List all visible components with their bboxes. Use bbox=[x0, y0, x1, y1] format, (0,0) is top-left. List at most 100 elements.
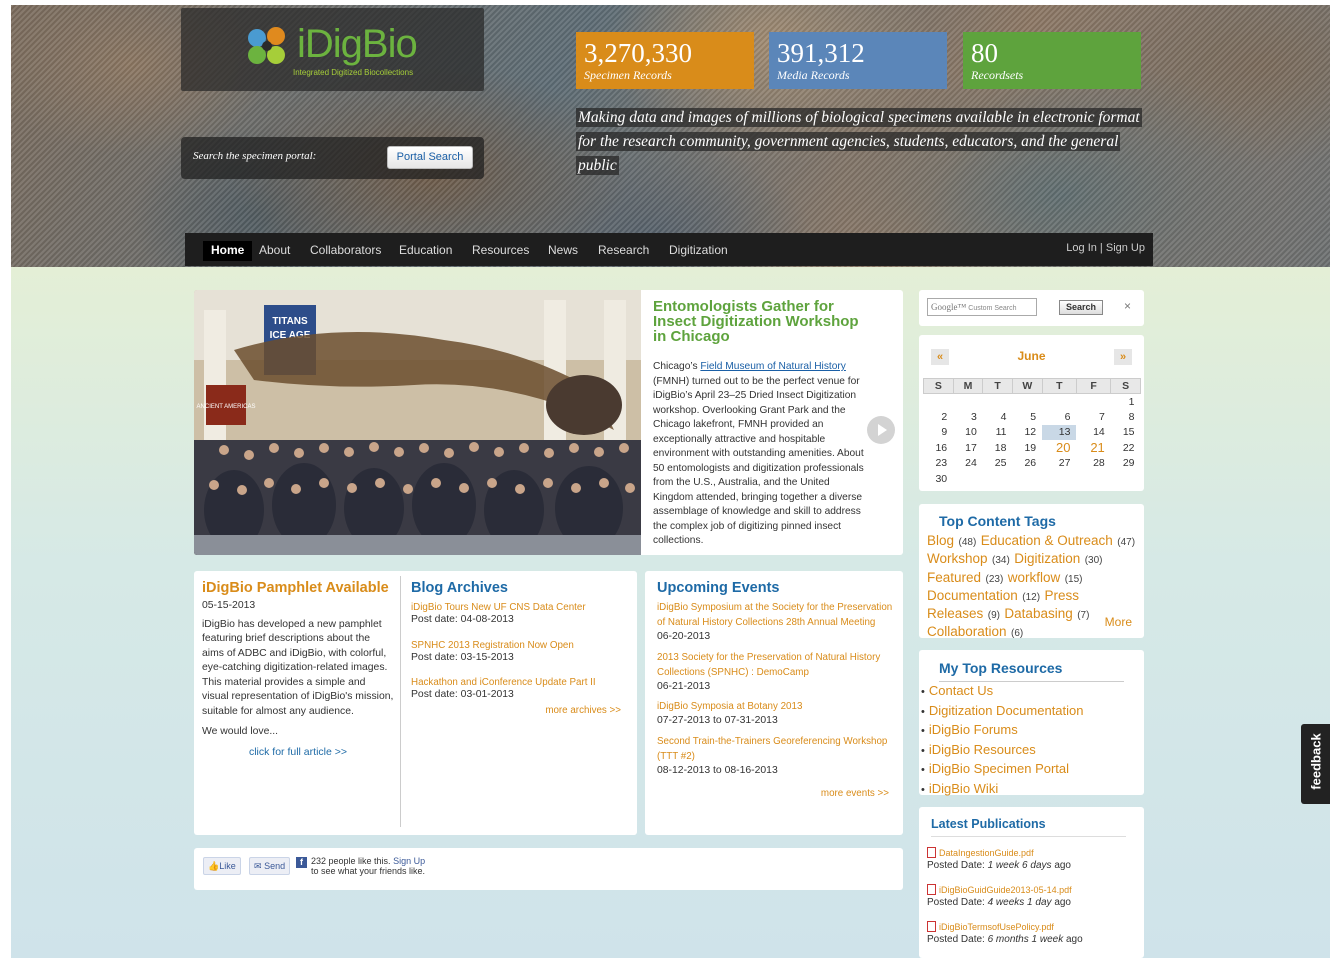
calendar-day[interactable]: 6 bbox=[1042, 409, 1076, 425]
tag-link[interactable]: Blog bbox=[927, 533, 954, 548]
calendar-day[interactable]: 19 bbox=[1012, 440, 1042, 456]
calendar-day-header: S bbox=[923, 378, 954, 394]
calendar-day[interactable]: 20 bbox=[1042, 440, 1076, 456]
tag-link[interactable]: workflow bbox=[1008, 570, 1061, 585]
calendar-day[interactable]: 15 bbox=[1111, 425, 1141, 441]
posted-age: 1 week 6 days bbox=[987, 860, 1052, 871]
calendar-day bbox=[953, 471, 983, 487]
calendar-day[interactable]: 4 bbox=[983, 409, 1013, 425]
nav-news[interactable]: News bbox=[540, 241, 586, 261]
resource-link[interactable]: Contact Us bbox=[921, 682, 1084, 702]
tags-more-link[interactable]: More bbox=[1105, 615, 1132, 629]
tag-link[interactable]: Databasing bbox=[1004, 606, 1072, 621]
send-icon: ✉ bbox=[254, 861, 262, 871]
google-placeholder: Custom Search bbox=[968, 305, 1017, 312]
nav-education[interactable]: Education bbox=[391, 241, 460, 261]
calendar-day[interactable]: 25 bbox=[983, 456, 1013, 472]
tag-link[interactable]: Workshop bbox=[927, 551, 988, 566]
nav-resources[interactable]: Resources bbox=[464, 241, 537, 261]
like-button[interactable]: 👍Like bbox=[203, 857, 241, 875]
calendar-day[interactable]: 26 bbox=[1012, 456, 1042, 472]
publications-divider bbox=[931, 836, 1126, 837]
stat-value: 391,312 bbox=[777, 38, 865, 68]
calendar-day[interactable]: 5 bbox=[1012, 409, 1042, 425]
calendar-day[interactable]: 14 bbox=[1076, 425, 1110, 441]
publication-link[interactable]: iDigBioGuidGuide2013-05-14.pdf bbox=[927, 884, 1137, 897]
feedback-tab[interactable]: feedback bbox=[1301, 724, 1330, 804]
archive-item: Hackathon and iConference Update Part II… bbox=[411, 677, 621, 703]
resource-link[interactable]: iDigBio Forums bbox=[921, 721, 1084, 741]
nav-research[interactable]: Research bbox=[590, 241, 657, 261]
calendar-day[interactable]: 29 bbox=[1111, 456, 1141, 472]
archive-link[interactable]: iDigBio Tours New UF CNS Data Center bbox=[411, 602, 621, 613]
calendar-day[interactable]: 10 bbox=[953, 425, 983, 441]
calendar-day[interactable]: 23 bbox=[924, 456, 954, 472]
more-archives-link[interactable]: more archives >> bbox=[411, 705, 621, 716]
signup-link[interactable]: Sign Up bbox=[1106, 242, 1145, 254]
nav-collaborators[interactable]: Collaborators bbox=[302, 241, 389, 261]
calendar-day[interactable]: 11 bbox=[983, 425, 1013, 441]
nav-home[interactable]: Home bbox=[203, 241, 253, 261]
calendar-day[interactable]: 21 bbox=[1076, 440, 1110, 456]
tag-link[interactable]: Documentation bbox=[927, 588, 1018, 603]
publication-link[interactable]: DataIngestionGuide.pdf bbox=[927, 847, 1137, 860]
nav-about[interactable]: About bbox=[251, 241, 298, 261]
calendar-day[interactable]: 2 bbox=[924, 409, 954, 425]
resource-link[interactable]: Digitization Documentation bbox=[921, 702, 1084, 722]
resource-link[interactable]: iDigBio Resources bbox=[921, 741, 1084, 761]
calendar-day[interactable]: 7 bbox=[1076, 409, 1110, 425]
publication-link[interactable]: iDigBioTermsofUsePolicy.pdf bbox=[927, 921, 1137, 934]
portal-search-button[interactable]: Portal Search bbox=[387, 146, 473, 169]
clear-icon[interactable]: × bbox=[1124, 299, 1131, 313]
calendar-next-icon[interactable]: » bbox=[1114, 349, 1132, 365]
facebook-like-bar: 👍Like ✉ Send f 232 people like this. Sig… bbox=[194, 848, 903, 890]
calendar-day[interactable]: 24 bbox=[953, 456, 983, 472]
slide-next-icon[interactable] bbox=[867, 416, 895, 444]
event-link[interactable]: 2013 Society for the Preservation of Nat… bbox=[657, 650, 895, 680]
nav-digitization[interactable]: Digitization bbox=[661, 241, 736, 261]
slide-title[interactable]: Entomologists Gather for Insect Digitiza… bbox=[653, 299, 868, 344]
calendar-day[interactable]: 18 bbox=[983, 440, 1013, 456]
google-search-input[interactable]: Google™ Custom Search bbox=[927, 298, 1037, 316]
stat-media-records: 391,312 Media Records bbox=[769, 32, 947, 89]
calendar-day[interactable]: 1 bbox=[1111, 394, 1141, 410]
logo-box[interactable]: iDigBio Integrated Digitized Biocollecti… bbox=[181, 8, 484, 91]
calendar-day[interactable]: 3 bbox=[953, 409, 983, 425]
slide-photo[interactable]: TITANS ICE AGE ANCIENT AMERICAS bbox=[194, 290, 641, 555]
calendar-card: « June » S M T W T F S 1 2 3 4 5 6 7 8 9 10 11 12 13 14 15 16 1… bbox=[919, 335, 1144, 491]
resource-link[interactable]: iDigBio Specimen Portal bbox=[921, 760, 1084, 780]
send-button[interactable]: ✉ Send bbox=[249, 857, 291, 875]
pamphlet-title[interactable]: iDigBio Pamphlet Available bbox=[202, 580, 394, 596]
tag-link[interactable]: Featured bbox=[927, 570, 981, 585]
field-museum-link[interactable]: Field Museum of Natural History bbox=[700, 361, 846, 372]
calendar-day[interactable]: 12 bbox=[1012, 425, 1042, 441]
calendar-day[interactable]: 16 bbox=[924, 440, 954, 456]
calendar-day[interactable]: 28 bbox=[1076, 456, 1110, 472]
calendar-day[interactable]: 17 bbox=[953, 440, 983, 456]
login-links: Log In | Sign Up bbox=[1066, 242, 1145, 254]
tag-link[interactable]: Collaboration bbox=[927, 624, 1007, 639]
pamphlet-full-article-link[interactable]: click for full article >> bbox=[202, 746, 394, 758]
tag-link[interactable]: Digitization bbox=[1014, 551, 1080, 566]
event-link[interactable]: iDigBio Symposium at the Society for the… bbox=[657, 600, 895, 630]
more-events-link[interactable]: more events >> bbox=[657, 788, 895, 799]
google-search-button[interactable]: Search bbox=[1059, 300, 1103, 315]
calendar-day[interactable]: 27 bbox=[1042, 456, 1076, 472]
event-link[interactable]: Second Train-the-Trainers Georeferencing… bbox=[657, 734, 895, 764]
login-link[interactable]: Log In bbox=[1066, 242, 1097, 254]
posted-label: Posted Date: bbox=[927, 860, 985, 871]
tag-link[interactable]: Education & Outreach bbox=[981, 533, 1113, 548]
event-date: 08-12-2013 to 08-16-2013 bbox=[657, 764, 778, 776]
archive-link[interactable]: Hackathon and iConference Update Part II bbox=[411, 677, 621, 688]
calendar-day[interactable]: 22 bbox=[1111, 440, 1141, 456]
resource-link[interactable]: iDigBio Wiki bbox=[921, 780, 1084, 800]
calendar-day[interactable]: 30 bbox=[924, 471, 954, 487]
calendar-day[interactable]: 13 bbox=[1042, 424, 1077, 440]
pdf-icon bbox=[927, 921, 936, 932]
calendar-day[interactable]: 8 bbox=[1111, 409, 1141, 425]
calendar-day[interactable]: 9 bbox=[924, 425, 954, 441]
facebook-signup-link[interactable]: Sign Up bbox=[393, 856, 425, 866]
archive-link[interactable]: SPNHC 2013 Registration Now Open bbox=[411, 640, 621, 651]
event-item: Second Train-the-Trainers Georeferencing… bbox=[657, 734, 895, 779]
event-link[interactable]: iDigBio Symposia at Botany 2013 bbox=[657, 699, 895, 714]
